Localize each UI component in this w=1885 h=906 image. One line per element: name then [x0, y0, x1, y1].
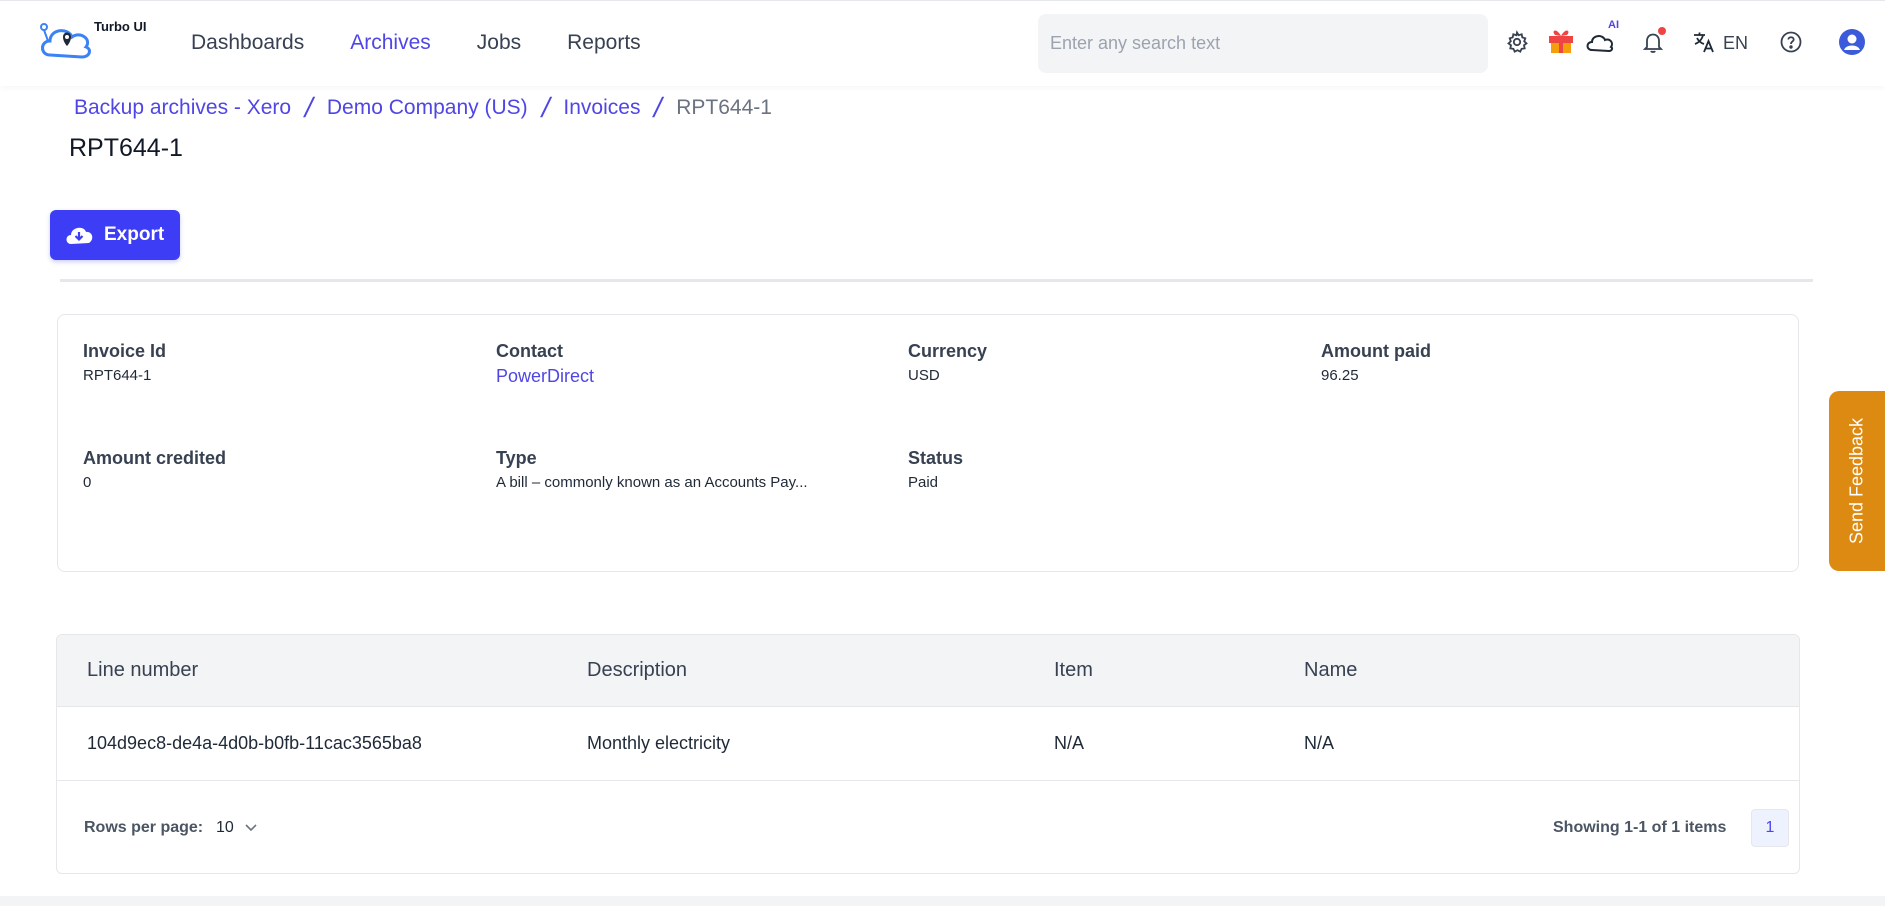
ai-label: AI	[1608, 19, 1619, 31]
export-button[interactable]: Export	[50, 210, 180, 260]
nav-jobs[interactable]: Jobs	[477, 31, 521, 55]
send-feedback-label: Send Feedback	[1846, 417, 1867, 545]
line-items-table: Line number Description Item Name 104d9e…	[56, 634, 1800, 874]
page-button-1[interactable]: 1	[1751, 809, 1789, 847]
breadcrumb-backup-archives[interactable]: Backup archives - Xero	[74, 96, 291, 120]
type-value: A bill – commonly known as an Accounts P…	[496, 474, 808, 491]
cell-item: N/A	[1054, 733, 1085, 753]
bell-icon[interactable]	[1638, 27, 1668, 57]
column-header-description[interactable]: Description	[587, 659, 687, 682]
field-amount-paid: Amount paid 96.25	[1321, 341, 1431, 384]
rows-per-page-value: 10	[216, 819, 234, 836]
field-invoice-id: Invoice Id RPT644-1	[83, 341, 166, 384]
breadcrumb-company[interactable]: Demo Company (US)	[327, 96, 528, 120]
amount-credited-label: Amount credited	[83, 448, 227, 468]
logo-text: Turbo UI	[94, 19, 147, 34]
column-header-name[interactable]: Name	[1304, 659, 1357, 682]
column-header-item[interactable]: Item	[1054, 659, 1093, 682]
rows-per-page-label: Rows per page:	[84, 819, 204, 836]
cloud-download-icon	[66, 227, 93, 244]
divider	[60, 279, 1813, 282]
breadcrumb-invoices[interactable]: Invoices	[563, 96, 640, 120]
type-label: Type	[496, 448, 537, 468]
breadcrumb-separator: /	[651, 92, 666, 123]
amount-credited-value: 0	[83, 474, 92, 491]
language-selector[interactable]: EN	[1723, 33, 1748, 54]
field-amount-credited: Amount credited 0	[83, 448, 226, 491]
amount-paid-label: Amount paid	[1321, 341, 1431, 361]
breadcrumb: Backup archives - Xero / Demo Company (U…	[74, 92, 772, 124]
nav-archives[interactable]: Archives	[350, 31, 431, 55]
field-contact: Contact PowerDirect	[496, 341, 594, 387]
rows-per-page-select[interactable]: 10	[216, 819, 258, 837]
status-value: Paid	[908, 474, 939, 491]
contact-label: Contact	[496, 341, 563, 361]
bottom-strip	[0, 896, 1885, 906]
contact-link[interactable]: PowerDirect	[496, 366, 594, 387]
cell-description: Monthly electricity	[587, 733, 731, 753]
invoice-details-card: Invoice Id RPT644-1 Contact PowerDirect …	[57, 314, 1799, 572]
breadcrumb-separator: /	[538, 92, 553, 123]
translate-icon[interactable]	[1689, 27, 1719, 57]
nav-reports[interactable]: Reports	[567, 31, 641, 55]
send-feedback-button[interactable]: Send Feedback	[1829, 391, 1885, 571]
help-icon[interactable]	[1776, 27, 1806, 57]
table-row[interactable]: 104d9ec8-de4a-4d0b-b0fb-11cac3565ba8 Mon…	[57, 707, 1799, 781]
invoice-id-value: RPT644-1	[83, 367, 152, 384]
top-navbar: Turbo UI Dashboards Archives Jobs Report…	[0, 0, 1885, 86]
status-label: Status	[908, 448, 964, 468]
field-type: Type A bill – commonly known as an Accou…	[496, 448, 808, 491]
gift-icon[interactable]	[1544, 23, 1578, 57]
gear-icon[interactable]	[1502, 27, 1532, 57]
field-status: Status Paid	[908, 448, 963, 491]
logo[interactable]: Turbo UI	[36, 15, 156, 65]
cloud-logo-icon	[40, 23, 91, 59]
export-label: Export	[104, 224, 165, 245]
column-header-line-number[interactable]: Line number	[87, 659, 198, 682]
user-avatar-icon[interactable]	[1837, 27, 1867, 57]
page-title: RPT644-1	[69, 134, 183, 162]
nav-dashboards[interactable]: Dashboards	[191, 31, 304, 55]
amount-paid-value: 96.25	[1321, 367, 1359, 384]
breadcrumb-separator: /	[301, 92, 317, 123]
cell-line-number: 104d9ec8-de4a-4d0b-b0fb-11cac3565ba8	[87, 733, 422, 753]
ai-cloud-icon[interactable]: AI	[1582, 19, 1619, 57]
currency-value: USD	[908, 367, 940, 384]
invoice-id-label: Invoice Id	[83, 341, 167, 361]
currency-label: Currency	[908, 341, 988, 361]
field-currency: Currency USD	[908, 341, 987, 384]
breadcrumb-current: RPT644-1	[676, 96, 772, 119]
chevron-down-icon	[245, 824, 257, 832]
cell-name: N/A	[1304, 733, 1335, 753]
search-input[interactable]	[1038, 14, 1488, 73]
pagination-summary: Showing 1-1 of 1 items	[1553, 819, 1727, 836]
main-nav: Dashboards Archives Jobs Reports	[191, 31, 687, 55]
table-footer: Rows per page: 10 Showing 1-1 of 1 items…	[57, 781, 1799, 873]
notification-dot	[1658, 27, 1666, 35]
table-header: Line number Description Item Name	[57, 635, 1799, 707]
